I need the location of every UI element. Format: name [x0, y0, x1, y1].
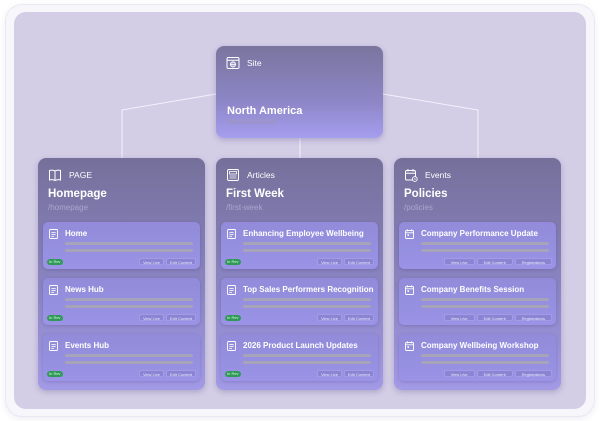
- card-path: /homepage: [48, 203, 89, 212]
- document-icon: [49, 285, 58, 295]
- item-title: Company Wellbeing Workshop: [421, 341, 539, 350]
- list-item[interactable]: Company Wellbeing Workshop View Live Edi…: [399, 334, 556, 381]
- placeholder-bar: [243, 305, 371, 308]
- status-badge: In Rev: [225, 259, 241, 265]
- document-icon: [227, 285, 236, 295]
- placeholder-bar: [421, 249, 549, 252]
- item-title: Events Hub: [65, 341, 110, 350]
- placeholder-bar: [243, 249, 371, 252]
- registrations-button[interactable]: Registrations: [514, 258, 552, 265]
- card-type-label: PAGE: [69, 170, 92, 180]
- event-calendar-icon: [405, 285, 414, 295]
- sitemap-canvas: Site North America PAGE Homepage /homepa…: [14, 12, 586, 409]
- calendar-icon: [405, 169, 418, 182]
- item-title: 2026 Product Launch Updates: [243, 341, 358, 350]
- registrations-button[interactable]: Registrations: [514, 314, 552, 321]
- list-item[interactable]: Company Performance Update View Live Edi…: [399, 222, 556, 269]
- document-icon: [227, 229, 236, 239]
- placeholder-bar: [65, 242, 193, 245]
- item-title: Enhancing Employee Wellbeing: [243, 229, 364, 238]
- list-item[interactable]: 2026 Product Launch Updates In Rev View …: [221, 334, 378, 381]
- globe-window-icon: [226, 57, 240, 69]
- list-item[interactable]: News Hub In Rev View Live Edit Content: [43, 278, 200, 325]
- articles-card-first-week[interactable]: Articles First Week /first-week Enhancin…: [216, 158, 383, 390]
- placeholder-bar: [421, 298, 549, 301]
- site-path-placeholder: [227, 119, 277, 124]
- item-title: Top Sales Performers Recognition: [243, 285, 374, 294]
- registrations-button[interactable]: Registrations: [514, 370, 552, 377]
- view-live-button[interactable]: View Live: [316, 370, 342, 377]
- event-calendar-icon: [405, 341, 414, 351]
- list-item[interactable]: Enhancing Employee Wellbeing In Rev View…: [221, 222, 378, 269]
- view-live-button[interactable]: View Live: [316, 314, 342, 321]
- list-item[interactable]: Company Benefits Session View Live Edit …: [399, 278, 556, 325]
- edit-content-button[interactable]: Edit Content: [476, 258, 513, 265]
- card-path: /policies: [404, 203, 433, 212]
- edit-content-button[interactable]: Edit Content: [343, 258, 374, 265]
- newspaper-icon: [227, 169, 239, 181]
- status-badge: In Rev: [225, 371, 241, 377]
- placeholder-bar: [65, 249, 193, 252]
- document-icon: [227, 341, 236, 351]
- view-live-button[interactable]: View Live: [138, 258, 164, 265]
- site-card-header: Site: [226, 56, 262, 70]
- edit-content-button[interactable]: Edit Content: [343, 370, 374, 377]
- status-badge: In Rev: [47, 371, 63, 377]
- placeholder-bar: [65, 354, 193, 357]
- status-badge: In Rev: [47, 259, 63, 265]
- edit-content-button[interactable]: Edit Content: [476, 370, 513, 377]
- placeholder-bar: [65, 298, 193, 301]
- item-title: Company Benefits Session: [421, 285, 525, 294]
- card-header: PAGE: [48, 168, 92, 182]
- item-title: Home: [65, 229, 88, 238]
- placeholder-bar: [421, 305, 549, 308]
- view-live-button[interactable]: View Live: [138, 370, 164, 377]
- site-title: North America: [227, 105, 303, 117]
- card-title: First Week: [226, 188, 284, 200]
- placeholder-bar: [65, 361, 193, 364]
- placeholder-bar: [65, 305, 193, 308]
- edit-content-button[interactable]: Edit Content: [165, 370, 196, 377]
- status-badge: In Rev: [225, 315, 241, 321]
- view-live-button[interactable]: View Live: [443, 370, 475, 377]
- status-badge: In Rev: [47, 315, 63, 321]
- card-type-label: Events: [425, 170, 451, 180]
- edit-content-button[interactable]: Edit Content: [476, 314, 513, 321]
- edit-content-button[interactable]: Edit Content: [165, 314, 196, 321]
- view-live-button[interactable]: View Live: [316, 258, 342, 265]
- site-card[interactable]: Site North America: [216, 46, 383, 138]
- events-card-policies[interactable]: Events Policies /policies Company Perfor…: [394, 158, 561, 390]
- event-calendar-icon: [405, 229, 414, 239]
- card-title: Policies: [404, 188, 448, 200]
- card-header: Articles: [226, 168, 275, 182]
- placeholder-bar: [421, 354, 549, 357]
- item-title: News Hub: [65, 285, 104, 294]
- list-item[interactable]: Home In Rev View Live Edit Content: [43, 222, 200, 269]
- book-icon: [49, 169, 61, 182]
- card-path: /first-week: [226, 203, 263, 212]
- view-live-button[interactable]: View Live: [138, 314, 164, 321]
- document-icon: [49, 229, 58, 239]
- site-type-label: Site: [247, 58, 262, 68]
- item-title: Company Performance Update: [421, 229, 538, 238]
- card-header: Events: [404, 168, 451, 182]
- view-live-button[interactable]: View Live: [443, 258, 475, 265]
- placeholder-bar: [421, 242, 549, 245]
- page-card-homepage[interactable]: PAGE Homepage /homepage Home In Rev View…: [38, 158, 205, 390]
- placeholder-bar: [421, 361, 549, 364]
- placeholder-bar: [243, 354, 371, 357]
- list-item[interactable]: Top Sales Performers Recognition In Rev …: [221, 278, 378, 325]
- placeholder-bar: [243, 242, 371, 245]
- card-title: Homepage: [48, 188, 107, 200]
- edit-content-button[interactable]: Edit Content: [165, 258, 196, 265]
- card-type-label: Articles: [247, 170, 275, 180]
- document-icon: [49, 341, 58, 351]
- list-item[interactable]: Events Hub In Rev View Live Edit Content: [43, 334, 200, 381]
- view-live-button[interactable]: View Live: [443, 314, 475, 321]
- placeholder-bar: [243, 361, 371, 364]
- edit-content-button[interactable]: Edit Content: [343, 314, 374, 321]
- placeholder-bar: [243, 298, 371, 301]
